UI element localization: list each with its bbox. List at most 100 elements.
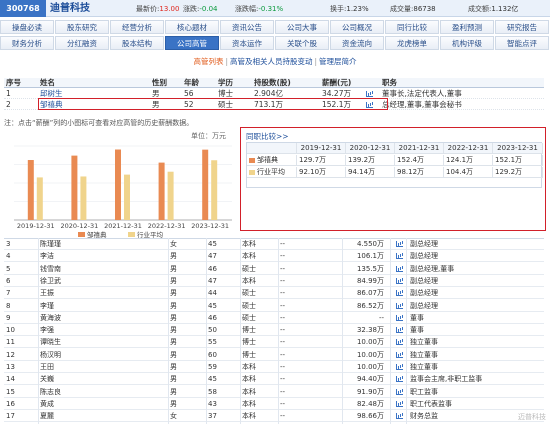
nav-tab[interactable]: 关联个股 (275, 36, 329, 50)
list-item[interactable]: 17 夏麓 女 37 本科 -- 98.66万 财务总监 (4, 411, 544, 423)
chart-bar[interactable] (36, 177, 43, 220)
nav-tab[interactable]: 财务分析 (0, 36, 54, 50)
nav-tab[interactable]: 核心题材 (165, 20, 219, 34)
chart-bar[interactable] (211, 160, 218, 220)
list-cell[interactable]: 李洁 (40, 251, 54, 262)
list-cell[interactable]: 黄海波 (40, 313, 61, 324)
list-cell[interactable]: 杨汉明 (40, 350, 61, 361)
list-item[interactable]: 15 陈志良 男 58 本科 -- 91.90万 职工监事 (4, 387, 544, 398)
nav-tab[interactable]: 经营分析 (110, 20, 164, 34)
list-item[interactable]: 4 李洁 男 47 本科 -- 106.1万 副总经理 (4, 251, 544, 263)
list-item[interactable]: 13 王田 男 59 本科 -- 10.00万 独立董事 (4, 362, 544, 373)
legend-swatch (78, 232, 85, 237)
list-item[interactable]: 7 王振 男 44 硕士 -- 86.07万 副总经理 (4, 288, 544, 300)
chart-bar[interactable] (167, 171, 174, 220)
nav-tab[interactable]: 智能点评 (495, 36, 549, 50)
list-cell[interactable]: 谭晓生 (40, 337, 61, 348)
salary-chart-icon[interactable] (366, 91, 373, 97)
nav-tab[interactable]: 公司大事 (275, 20, 329, 34)
nav-tab[interactable]: 资讯公告 (220, 20, 274, 34)
nav-tab[interactable]: 公司高管 (165, 36, 219, 50)
salary-chart-icon[interactable] (396, 364, 403, 370)
chart-bar[interactable] (115, 149, 121, 220)
list-cell: 男 (170, 264, 177, 273)
stock-name[interactable]: 迪普科技 (50, 1, 90, 16)
list-cell[interactable]: 王振 (40, 288, 54, 299)
list-cell: 职工监事 (410, 387, 438, 396)
list-item[interactable]: 3 陈瑾瑾 女 45 本科 -- 4.550万 副总经理 (4, 239, 544, 250)
list-cell: 本科 (242, 252, 256, 261)
list-cell[interactable]: 李瑾 (40, 301, 54, 312)
nav-tab[interactable]: 机构评级 (440, 36, 494, 50)
salary-chart-icon[interactable] (396, 388, 403, 395)
nav-tab[interactable]: 龙虎榜单 (385, 36, 439, 50)
list-cell: 32.38万 (356, 326, 384, 335)
list-cell[interactable]: 陈志良 (40, 387, 61, 398)
nav-tab[interactable]: 股本结构 (110, 36, 164, 50)
salary-chart-icon[interactable] (396, 265, 403, 272)
salary-chart-icon[interactable] (396, 302, 403, 309)
salary-chart-icon[interactable] (396, 400, 403, 407)
list-item[interactable]: 10 李强 男 50 博士 -- 32.38万 董事 (4, 325, 544, 337)
chart-bar[interactable] (27, 160, 34, 220)
list-cell[interactable]: 陈瑾瑾 (40, 239, 61, 250)
subtab[interactable]: 高管及相关人员持股变动 (230, 57, 313, 66)
subtab-separator: | (314, 57, 318, 66)
list-cell[interactable]: 关巍 (40, 374, 54, 385)
nav-tab[interactable]: 资金流向 (330, 36, 384, 50)
list-cell[interactable]: 钱雪南 (40, 264, 61, 275)
list-cell[interactable]: 王田 (40, 362, 54, 373)
list-cell: 10.00万 (356, 363, 384, 371)
nav-tab[interactable]: 同行比较 (385, 20, 439, 34)
chart-bar[interactable] (80, 176, 87, 220)
nav-tab[interactable]: 股东研究 (55, 20, 109, 34)
salary-chart-icon[interactable] (396, 351, 403, 358)
list-cell[interactable]: 黄成 (40, 399, 54, 410)
list-item[interactable]: 9 黄海波 男 46 硕士 -- -- 董事 (4, 313, 544, 324)
nav-tab[interactable]: 研究报告 (495, 20, 549, 34)
list-item[interactable]: 16 黄成 男 43 本科 -- 82.48万 职工代表监事 (4, 399, 544, 410)
nav-tab[interactable]: 分红融资 (55, 36, 109, 50)
list-cell: 135.5万 (356, 264, 384, 273)
compare-title[interactable]: 同职比较>> (246, 131, 289, 142)
list-cell: -- (280, 412, 286, 421)
list-cell[interactable]: 徐卫武 (40, 276, 61, 287)
salary-chart-icon[interactable] (396, 314, 403, 321)
salary-chart-icon[interactable] (396, 376, 403, 383)
x-tick-label: 2021-12-31 (104, 222, 142, 230)
list-cell: -- (280, 252, 286, 261)
list-item[interactable]: 8 李瑾 男 45 硕士 -- 86.52万 副总经理 (4, 301, 544, 312)
salary-chart-icon[interactable] (396, 413, 403, 420)
nav-tab[interactable]: 公司概况 (330, 20, 384, 34)
salary-chart-icon[interactable] (396, 277, 403, 284)
salary-chart-icon[interactable] (396, 241, 403, 247)
list-cell: 43 (208, 399, 217, 408)
list-cell[interactable]: 李强 (40, 325, 54, 336)
list-item[interactable]: 11 谭晓生 男 55 博士 -- 10.00万 独立董事 (4, 337, 544, 349)
list-item[interactable]: 6 徐卫武 男 47 本科 -- 84.99万 副总经理 (4, 276, 544, 287)
list-cell: 本科 (242, 399, 256, 408)
list-cell: 44 (208, 289, 217, 298)
salary-chart-icon[interactable] (396, 253, 403, 260)
list-item[interactable]: 5 钱雪南 男 46 硕士 -- 135.5万 副总经理,董事 (4, 264, 544, 275)
sub-tabs: 高管列表 | 高管及相关人员持股变动 | 管理层简介 (0, 55, 550, 68)
chart-bar[interactable] (71, 155, 78, 220)
nav-tab[interactable]: 盈利预测 (440, 20, 494, 34)
nav-tab[interactable]: 资本运作 (220, 36, 274, 50)
list-item[interactable]: 12 杨汉明 男 60 博士 -- 10.00万 独立董事 (4, 350, 544, 361)
list-cell: 7 (6, 289, 11, 298)
salary-chart-icon[interactable] (396, 339, 403, 346)
salary-chart-icon[interactable] (396, 290, 403, 297)
list-item[interactable]: 14 关巍 男 45 本科 -- 94.40万 监事会主席,非职工监事 (4, 374, 544, 386)
chart-bar[interactable] (124, 174, 130, 220)
list-cell: 9 (6, 313, 11, 322)
stock-code[interactable]: 300768 (0, 0, 46, 17)
list-cell[interactable]: 夏麓 (40, 411, 54, 422)
subtab[interactable]: 管理层简介 (319, 57, 357, 66)
subtab[interactable]: 高管列表 (193, 57, 223, 66)
list-cell: 8 (6, 301, 11, 310)
nav-tab[interactable]: 操盘必读 (0, 20, 54, 34)
chart-bar[interactable] (158, 162, 165, 220)
chart-bar[interactable] (202, 149, 209, 220)
salary-chart-icon[interactable] (396, 327, 403, 334)
